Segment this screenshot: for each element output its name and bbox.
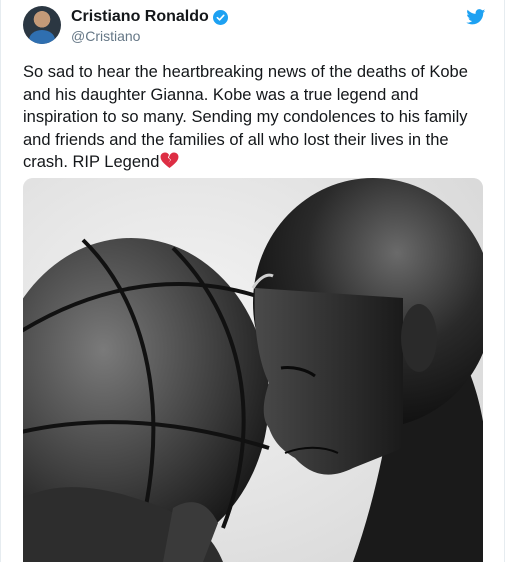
- tweet-text: So sad to hear the heartbreaking news of…: [23, 61, 483, 176]
- photo-illustration: [23, 178, 483, 562]
- tweet-photo[interactable]: [23, 178, 483, 562]
- avatar-shirt: [29, 30, 55, 44]
- verified-badge-icon: [212, 9, 228, 25]
- author-handle[interactable]: @Cristiano: [71, 28, 140, 44]
- tweet-header: Cristiano Ronaldo @Cristiano: [23, 6, 488, 46]
- broken-heart-icon: [160, 152, 179, 176]
- avatar[interactable]: [23, 6, 61, 44]
- twitter-bird-icon[interactable]: [466, 9, 486, 25]
- author-display-name[interactable]: Cristiano Ronaldo: [71, 8, 209, 26]
- author-name-row[interactable]: Cristiano Ronaldo: [71, 8, 228, 26]
- tweet-text-content: So sad to hear the heartbreaking news of…: [23, 63, 468, 171]
- tweet-card: Cristiano Ronaldo @Cristiano So sad to h…: [0, 0, 505, 562]
